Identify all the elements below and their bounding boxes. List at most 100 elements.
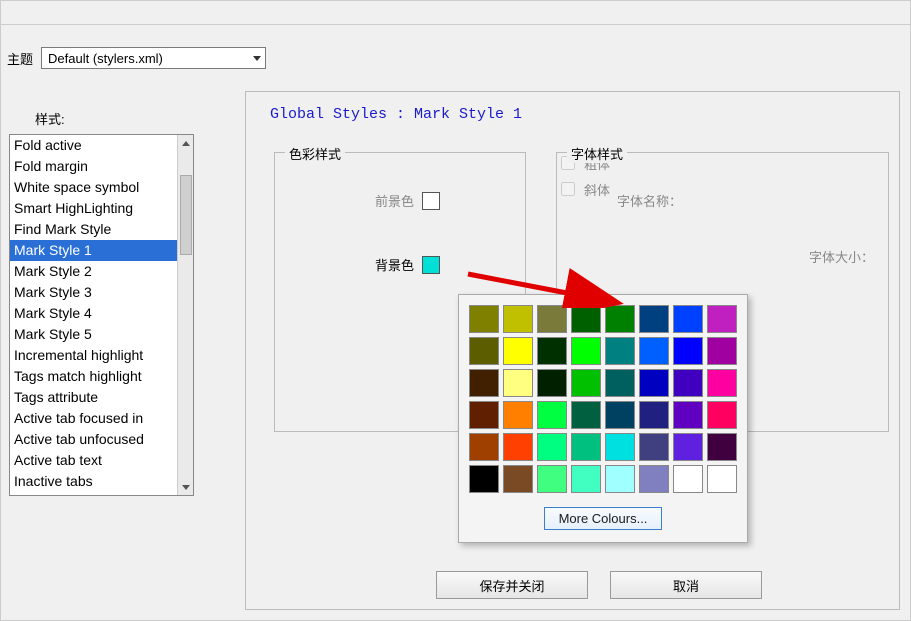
style-list-panel: 样式: Fold activeFold marginWhite space sy… [5,91,215,496]
color-swatch[interactable] [537,401,567,429]
window: 主题 Default (stylers.xml) 样式: Fold active… [0,0,911,621]
font-size-row: 字体大小： [809,247,874,266]
color-swatch[interactable] [605,369,635,397]
list-item[interactable]: Find Mark Style [10,219,177,240]
list-item[interactable]: Smart HighLighting [10,198,177,219]
color-swatch[interactable] [503,305,533,333]
list-item[interactable]: Inactive tabs [10,471,177,492]
list-item[interactable]: Mark Style 2 [10,261,177,282]
color-swatch[interactable] [605,465,635,493]
color-swatch[interactable] [707,401,737,429]
color-swatch[interactable] [537,305,567,333]
color-swatch[interactable] [537,465,567,493]
color-swatch[interactable] [673,433,703,461]
color-swatch[interactable] [673,305,703,333]
color-swatch[interactable] [537,433,567,461]
theme-select[interactable]: Default (stylers.xml) [41,47,266,69]
color-swatch[interactable] [503,465,533,493]
color-swatch[interactable] [503,433,533,461]
theme-label: 主题 [7,49,33,68]
background-label: 背景色 [375,255,414,274]
color-swatch[interactable] [469,305,499,333]
list-item[interactable]: Active tab text [10,450,177,471]
color-swatch[interactable] [673,401,703,429]
list-item[interactable]: Fold margin [10,156,177,177]
color-swatch[interactable] [707,433,737,461]
list-item[interactable]: Fold active [10,135,177,156]
settings-panel: Global Styles : Mark Style 1 色彩样式 前景色 背景… [245,91,900,610]
color-swatch[interactable] [571,465,601,493]
color-swatch[interactable] [707,465,737,493]
scrollbar[interactable] [177,135,193,495]
color-group-title: 色彩样式 [285,144,345,163]
color-swatch[interactable] [469,401,499,429]
color-swatch[interactable] [639,433,669,461]
list-item[interactable]: Mark Style 5 [10,324,177,345]
list-item[interactable]: Tags attribute [10,387,177,408]
color-swatch[interactable] [605,401,635,429]
foreground-row: 前景色 [375,191,440,210]
color-swatch[interactable] [605,305,635,333]
italic-checkbox[interactable] [561,182,575,196]
list-item[interactable]: Mark Style 1 [10,240,177,261]
color-swatch[interactable] [639,465,669,493]
color-swatch[interactable] [469,369,499,397]
color-swatch[interactable] [707,369,737,397]
italic-checkbox-row: 斜体 [557,179,888,199]
theme-select-value: Default (stylers.xml) [48,51,163,66]
list-item[interactable]: Active tab focused in [10,408,177,429]
panel-header: Global Styles : Mark Style 1 [270,106,522,123]
list-item[interactable]: White space symbol [10,177,177,198]
foreground-swatch[interactable] [422,192,440,210]
color-grid [469,305,737,493]
color-swatch[interactable] [571,337,601,365]
color-swatch[interactable] [503,369,533,397]
font-group-title: 字体样式 [567,144,627,163]
color-picker-popup: More Colours... [458,294,748,543]
color-swatch[interactable] [571,305,601,333]
list-item[interactable]: Incremental highlight [10,345,177,366]
color-swatch[interactable] [707,337,737,365]
color-swatch[interactable] [673,337,703,365]
color-swatch[interactable] [571,401,601,429]
color-swatch[interactable] [605,433,635,461]
scroll-down-button[interactable] [179,480,193,494]
scroll-thumb[interactable] [180,175,192,255]
style-listbox[interactable]: Fold activeFold marginWhite space symbol… [9,134,194,496]
foreground-label: 前景色 [375,191,414,210]
color-swatch[interactable] [639,369,669,397]
background-row: 背景色 [375,255,440,274]
list-item[interactable]: URL hovered [10,492,177,495]
list-item[interactable]: Mark Style 4 [10,303,177,324]
color-swatch[interactable] [673,369,703,397]
color-swatch[interactable] [673,465,703,493]
color-swatch[interactable] [503,401,533,429]
chevron-down-icon [253,56,261,61]
titlebar-area [1,1,910,25]
background-swatch[interactable] [422,256,440,274]
color-swatch[interactable] [537,369,567,397]
more-colours-button[interactable]: More Colours... [544,507,663,530]
color-swatch[interactable] [639,305,669,333]
color-swatch[interactable] [469,465,499,493]
list-item[interactable]: Mark Style 3 [10,282,177,303]
scroll-up-button[interactable] [179,136,193,150]
save-close-button[interactable]: 保存并关闭 [436,571,588,599]
theme-row: 主题 Default (stylers.xml) [1,47,266,69]
list-item[interactable]: Tags match highlight [10,366,177,387]
color-swatch[interactable] [707,305,737,333]
bottom-buttons: 保存并关闭 取消 [436,571,762,599]
color-swatch[interactable] [537,337,567,365]
color-swatch[interactable] [469,337,499,365]
color-swatch[interactable] [571,369,601,397]
color-swatch[interactable] [469,433,499,461]
color-swatch[interactable] [605,337,635,365]
cancel-button[interactable]: 取消 [610,571,762,599]
color-swatch[interactable] [503,337,533,365]
color-swatch[interactable] [639,401,669,429]
color-swatch[interactable] [639,337,669,365]
list-item[interactable]: Active tab unfocused [10,429,177,450]
font-name-row: 字体名称： [617,191,682,210]
italic-label: 斜体 [584,180,610,199]
color-swatch[interactable] [571,433,601,461]
